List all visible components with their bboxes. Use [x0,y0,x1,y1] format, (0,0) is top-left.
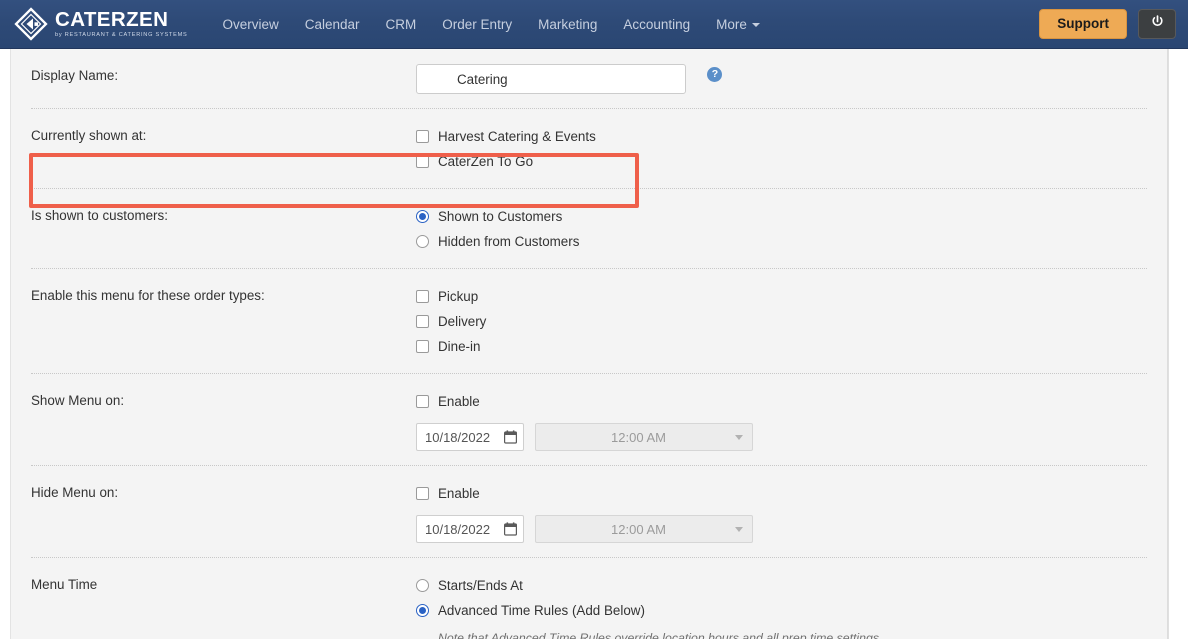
page-body: Display Name: ? Currently shown at: Harv… [0,49,1188,639]
nav-link-more-label: More [716,16,747,32]
footer-actions: Save This Information [11,611,1167,639]
navbar-right-actions: Support [1039,8,1188,40]
nav-link-accounting[interactable]: Accounting [610,0,703,49]
radio-starts-ends-at[interactable]: Starts/Ends At [416,573,1147,598]
nav-link-order-entry[interactable]: Order Entry [429,0,525,49]
radio-hidden-from-customers[interactable]: Hidden from Customers [416,229,1147,254]
show-menu-datetime-group: 10/18/2022 12:00 AM [416,423,1147,451]
chevron-down-icon [735,526,743,532]
brand-logo[interactable]: CATERZEN by RESTAURANT & CATERING SYSTEM… [14,7,187,41]
radio-label: Hidden from Customers [438,233,580,249]
checkbox-label: CaterZen To Go [438,153,534,169]
checkbox-show-menu-enable[interactable]: Enable [416,389,1147,414]
row-show-menu-on: Show Menu on: Enable 10/18/2022 12:00 AM [31,374,1147,466]
checkbox-icon[interactable] [416,395,429,408]
date-value: 10/18/2022 [425,429,491,445]
hide-menu-date-input[interactable]: 10/18/2022 [416,515,524,543]
radio-shown-to-customers[interactable]: Shown to Customers [416,204,1147,229]
checkbox-delivery[interactable]: Delivery [416,309,1147,334]
menu-settings-panel: Display Name: ? Currently shown at: Harv… [10,49,1168,639]
display-name-field-area: ? [416,64,1147,94]
scrollbar-track[interactable] [1168,49,1169,639]
checkbox-pickup[interactable]: Pickup [416,284,1147,309]
checkbox-label: Pickup [438,288,479,304]
date-value: 10/18/2022 [425,521,491,537]
checkbox-icon[interactable] [416,155,429,168]
checkbox-label: Enable [438,393,480,409]
row-currently-shown-at: Currently shown at: Harvest Catering & E… [31,109,1147,189]
is-shown-to-customers-options: Shown to Customers Hidden from Customers [416,204,1147,254]
checkbox-icon[interactable] [416,487,429,500]
hide-menu-time-select[interactable]: 12:00 AM [535,515,753,543]
radio-icon[interactable] [416,235,429,248]
left-gutter [0,49,10,639]
display-name-input[interactable] [416,64,686,94]
checkbox-icon[interactable] [416,340,429,353]
show-menu-on-controls: Enable 10/18/2022 12:00 AM [416,389,1147,451]
diamond-chevron-logo-icon [14,7,48,41]
checkbox-hide-menu-enable[interactable]: Enable [416,481,1147,506]
is-shown-to-customers-label: Is shown to customers: [31,208,168,223]
time-value: 12:00 AM [611,521,666,537]
checkbox-label: Dine-in [438,338,481,354]
hide-menu-on-controls: Enable 10/18/2022 12:00 AM [416,481,1147,543]
checkbox-label: Enable [438,485,480,501]
order-types-label: Enable this menu for these order types: [31,288,265,303]
checkbox-icon[interactable] [416,130,429,143]
chevron-down-icon [735,434,743,440]
display-name-label: Display Name: [31,68,119,83]
row-display-name: Display Name: ? [31,49,1147,109]
radio-label: Shown to Customers [438,208,563,224]
brand-title: CATERZEN [55,7,169,31]
order-types-options: Pickup Delivery Dine-in [416,284,1147,359]
radio-label: Starts/Ends At [438,577,523,593]
brand-tagline: by RESTAURANT & CATERING SYSTEMS [55,31,188,38]
nav-links: Overview Calendar CRM Order Entry Market… [209,0,772,49]
hide-menu-datetime-group: 10/18/2022 12:00 AM [416,515,1147,543]
checkbox-harvest-catering-events[interactable]: Harvest Catering & Events [416,124,1147,149]
currently-shown-at-label: Currently shown at: [31,128,147,143]
row-is-shown-to-customers: Is shown to customers: Shown to Customer… [31,189,1147,269]
nav-link-marketing[interactable]: Marketing [525,0,610,49]
calendar-icon[interactable] [504,430,518,444]
nav-link-more[interactable]: More [703,0,773,49]
show-menu-date-input[interactable]: 10/18/2022 [416,423,524,451]
row-hide-menu-on: Hide Menu on: Enable 10/18/2022 12:00 AM [31,466,1147,558]
top-navigation-bar: CATERZEN by RESTAURANT & CATERING SYSTEM… [0,0,1188,49]
chevron-down-icon [751,22,760,27]
right-gutter [1168,49,1188,639]
checkbox-dine-in[interactable]: Dine-in [416,334,1147,359]
support-button[interactable]: Support [1039,8,1127,40]
row-order-types: Enable this menu for these order types: … [31,269,1147,374]
show-menu-on-label: Show Menu on: [31,393,125,408]
calendar-icon[interactable] [504,522,518,536]
logout-power-button[interactable] [1138,9,1176,39]
question-mark-help-icon[interactable]: ? [707,66,723,82]
checkbox-icon[interactable] [416,315,429,328]
hide-menu-on-label: Hide Menu on: [31,485,119,500]
checkbox-label: Harvest Catering & Events [438,128,596,144]
nav-link-crm[interactable]: CRM [373,0,430,49]
menu-time-label: Menu Time [31,577,98,592]
checkbox-caterzen-to-go[interactable]: CaterZen To Go [416,149,1147,174]
nav-link-overview[interactable]: Overview [209,0,291,49]
nav-link-calendar[interactable]: Calendar [292,0,373,49]
show-menu-time-select[interactable]: 12:00 AM [535,423,753,451]
currently-shown-at-options: Harvest Catering & Events CaterZen To Go [416,124,1147,174]
radio-icon-selected[interactable] [416,210,429,223]
checkbox-icon[interactable] [416,290,429,303]
power-icon [1150,14,1165,34]
radio-icon[interactable] [416,579,429,592]
checkbox-label: Delivery [438,313,487,329]
time-value: 12:00 AM [611,429,666,445]
